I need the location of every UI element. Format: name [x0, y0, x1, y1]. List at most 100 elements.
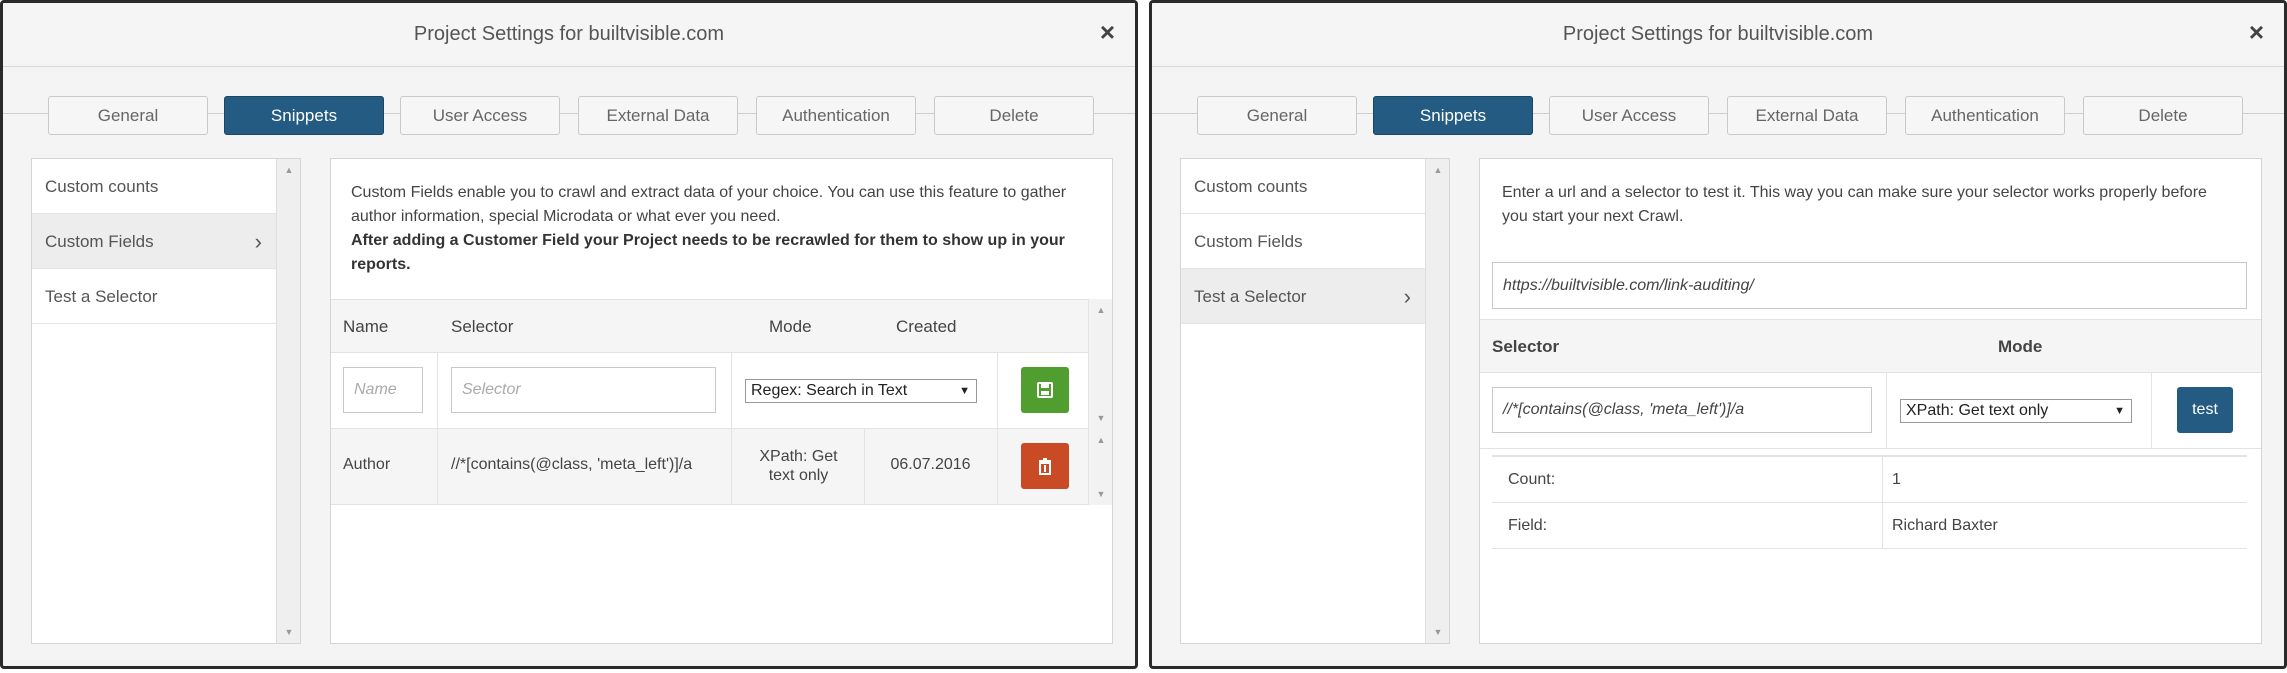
scroll-down-arrow-icon[interactable]: ▼	[1426, 627, 1450, 637]
result-label: Field:	[1508, 517, 1548, 534]
cell-divider	[437, 353, 438, 429]
custom-fields-content: Custom Fields enable you to crawl and ex…	[330, 158, 1113, 644]
delete-field-button[interactable]	[1021, 443, 1069, 489]
test-mode-select[interactable]: XPath: Get text only ▼	[1900, 399, 2132, 423]
field-selector-input[interactable]: Selector	[451, 367, 716, 413]
sidebar-item-label: Custom Fields	[45, 232, 154, 251]
column-header-created: Created	[896, 317, 957, 336]
sidebar-item-custom-fields[interactable]: Custom Fields ›	[32, 214, 276, 269]
sidebar-item-label: Custom Fields	[1194, 232, 1303, 251]
test-button[interactable]: test	[2177, 387, 2233, 433]
test-table-header: Selector Mode	[1480, 319, 2261, 373]
close-icon[interactable]: ×	[1100, 19, 1115, 45]
test-selector-description: Enter a url and a selector to test it. T…	[1502, 184, 2207, 225]
field-mode-select[interactable]: Regex: Search in Text ▼	[745, 379, 977, 403]
sidebar-item-test-a-selector[interactable]: Test a Selector	[32, 269, 276, 324]
custom-fields-table-header: Name Selector Mode Created	[331, 299, 1089, 353]
tab-delete[interactable]: Delete	[2083, 96, 2243, 135]
row-name: Author	[343, 456, 391, 473]
column-header-selector: Selector	[1492, 337, 1560, 356]
row-scrollbar[interactable]: ▲ ▼	[1088, 429, 1112, 505]
tab-external-data[interactable]: External Data	[578, 96, 738, 135]
table-row: Author //*[contains(@class, 'meta_left')…	[331, 429, 1089, 505]
cell-divider	[1882, 503, 1883, 549]
test-mode-value: XPath: Get text only	[1906, 402, 2049, 419]
dialog-titlebar: Project Settings for builtvisible.com ×	[1152, 3, 2284, 67]
table-scrollbar[interactable]: ▲ ▼	[1088, 299, 1112, 429]
cell-divider	[2151, 373, 2152, 449]
row-mode: XPath: Get text only	[759, 448, 838, 484]
sidebar-item-custom-counts[interactable]: Custom counts	[1181, 159, 1425, 214]
test-input-row: //*[contains(@class, 'meta_left')]/a XPa…	[1480, 373, 2261, 449]
scroll-up-arrow-icon[interactable]: ▲	[1089, 305, 1113, 315]
sidebar-item-custom-fields[interactable]: Custom Fields	[1181, 214, 1425, 269]
chevron-right-icon: ›	[1403, 284, 1411, 309]
sidebar-scrollbar[interactable]: ▲ ▼	[276, 159, 300, 643]
sidebar-item-label: Test a Selector	[1194, 287, 1307, 306]
tab-general[interactable]: General	[1197, 96, 1357, 135]
column-header-name: Name	[343, 317, 389, 336]
dropdown-arrow-icon: ▼	[959, 385, 970, 397]
scroll-down-arrow-icon[interactable]: ▼	[1089, 489, 1113, 499]
scroll-down-arrow-icon[interactable]: ▼	[1089, 413, 1113, 423]
tab-snippets[interactable]: Snippets	[1373, 96, 1533, 135]
result-row-field: Field: Richard Baxter	[1492, 503, 2247, 549]
cell-divider	[997, 429, 998, 505]
new-field-row: Name Selector Regex: Search in Text ▼	[331, 353, 1089, 429]
dialog-titlebar: Project Settings for builtvisible.com ×	[3, 3, 1135, 67]
sidebar-item-custom-counts[interactable]: Custom counts	[32, 159, 276, 214]
cell-divider	[1886, 373, 1887, 449]
sidebar-item-test-a-selector[interactable]: Test a Selector ›	[1181, 269, 1425, 324]
tab-external-data[interactable]: External Data	[1727, 96, 1887, 135]
tab-user-access[interactable]: User Access	[1549, 96, 1709, 135]
intro-text: Custom Fields enable you to crawl and ex…	[351, 184, 1067, 225]
sidebar-item-label: Test a Selector	[45, 287, 158, 306]
tab-authentication[interactable]: Authentication	[1905, 96, 2065, 135]
row-selector: //*[contains(@class, 'meta_left')]/a	[451, 456, 693, 473]
sidebar-scrollbar[interactable]: ▲ ▼	[1425, 159, 1449, 643]
cell-divider	[1882, 457, 1883, 503]
intro-warning: After adding a Customer Field your Proje…	[351, 232, 1065, 273]
scroll-up-arrow-icon[interactable]: ▲	[1426, 165, 1450, 175]
result-value: Richard Baxter	[1892, 517, 1998, 534]
column-header-selector: Selector	[451, 317, 514, 336]
test-selector-input[interactable]: //*[contains(@class, 'meta_left')]/a	[1492, 387, 1872, 433]
column-header-mode: Mode	[1998, 337, 2043, 356]
test-selector-content: Enter a url and a selector to test it. T…	[1479, 158, 2262, 644]
close-icon[interactable]: ×	[2249, 19, 2264, 45]
chevron-right-icon: ›	[254, 229, 262, 254]
scroll-up-arrow-icon[interactable]: ▲	[277, 165, 301, 175]
save-icon	[1037, 382, 1053, 398]
tab-user-access[interactable]: User Access	[400, 96, 560, 135]
project-settings-dialog-test-selector: Project Settings for builtvisible.com × …	[1149, 0, 2287, 669]
save-field-button[interactable]	[1021, 367, 1069, 413]
cell-divider	[437, 429, 438, 505]
project-settings-dialog-custom-fields: Project Settings for builtvisible.com × …	[0, 0, 1138, 669]
tab-general[interactable]: General	[48, 96, 208, 135]
scroll-up-arrow-icon[interactable]: ▲	[1089, 435, 1113, 445]
scroll-down-arrow-icon[interactable]: ▼	[277, 627, 301, 637]
cell-divider	[731, 353, 732, 429]
custom-fields-description: Custom Fields enable you to crawl and ex…	[351, 181, 1096, 277]
field-mode-value: Regex: Search in Text	[751, 382, 908, 399]
cell-divider	[997, 353, 998, 429]
column-header-mode: Mode	[769, 317, 812, 336]
sidebar-item-label: Custom counts	[1194, 177, 1308, 196]
dialog-title: Project Settings for builtvisible.com	[413, 23, 725, 45]
cell-divider	[731, 429, 732, 505]
tab-authentication[interactable]: Authentication	[756, 96, 916, 135]
dropdown-arrow-icon: ▼	[2114, 405, 2125, 417]
row-created: 06.07.2016	[890, 456, 971, 473]
test-url-input[interactable]: https://builtvisible.com/link-auditing/	[1492, 262, 2247, 309]
tab-snippets[interactable]: Snippets	[224, 96, 384, 135]
result-value: 1	[1892, 471, 1901, 488]
result-row-count: Count: 1	[1492, 457, 2247, 503]
tab-delete[interactable]: Delete	[934, 96, 1094, 135]
settings-sidebar: Custom counts Custom Fields Test a Selec…	[1180, 158, 1450, 644]
dialog-title: Project Settings for builtvisible.com	[1562, 23, 1874, 45]
field-name-input[interactable]: Name	[343, 367, 423, 413]
trash-icon	[1039, 458, 1051, 475]
sidebar-item-label: Custom counts	[45, 177, 159, 196]
settings-sidebar: Custom counts Custom Fields › Test a Sel…	[31, 158, 301, 644]
result-label: Count:	[1508, 471, 1556, 488]
